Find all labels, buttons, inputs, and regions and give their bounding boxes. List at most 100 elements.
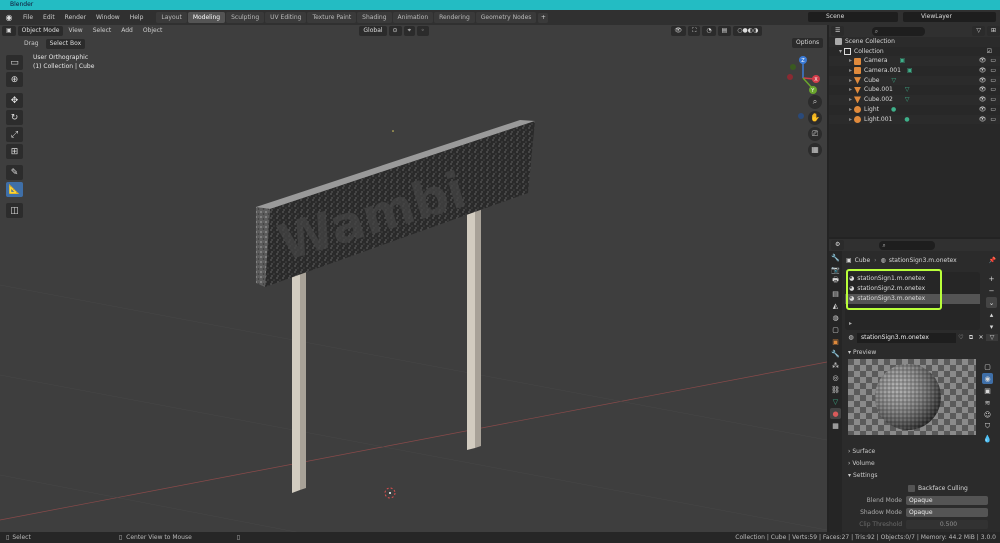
expand-arrow-icon[interactable]: ▸ [849,85,854,95]
menu-render[interactable]: Render [60,10,91,25]
render-tab-icon[interactable]: 📷 [830,264,841,275]
blend-mode-dropdown[interactable]: Opaque [906,495,988,505]
xray-toggle-icon[interactable]: ▤ [717,26,732,36]
outliner-row-object[interactable]: ▸ Cube.001 ▽ 👁 ▭ [829,85,1000,95]
viewport-menu-view[interactable]: View [63,25,87,37]
outliner-search-input[interactable]: ⌕ [871,26,925,36]
visibility-icon[interactable]: 👁 [670,26,687,36]
menu-file[interactable]: File [18,10,38,25]
clip-threshold-field[interactable]: 0.500 [906,519,988,529]
3d-viewport[interactable]: Wambi ▣ Object Mode View Select Add Obje… [0,25,827,532]
world-tab-icon[interactable]: ◍ [830,312,841,323]
physics-tab-icon[interactable]: ◎ [830,372,841,383]
zoom-icon[interactable]: ⌕ [808,95,822,109]
pan-icon[interactable]: ✋ [808,111,822,125]
preview-sphere-icon[interactable]: ◉ [982,373,993,384]
viewport-menu-select[interactable]: Select [88,25,117,37]
menu-edit[interactable]: Edit [38,10,60,25]
tab-sculpting[interactable]: Sculpting [226,12,265,23]
render-camera-icon[interactable]: ▭ [990,85,996,95]
add-slot-icon[interactable]: + [986,273,997,284]
modifier-tab-icon[interactable]: 🔧 [830,348,841,359]
options-dropdown[interactable]: Options [792,38,824,48]
select-box-dropdown[interactable]: Select Box [45,38,86,49]
ortho-grid-icon[interactable]: ▦ [808,143,822,157]
gizmo-neg-y-icon[interactable] [790,64,796,70]
new-collection-icon[interactable]: ⊞ [986,26,1000,36]
object-mode-dropdown[interactable]: Object Mode [17,26,64,36]
pivot-icon[interactable]: ⊙ [388,26,402,36]
render-camera-icon[interactable]: ▭ [990,66,996,76]
outliner-row-object[interactable]: ▸ Light.001 ● 👁 ▭ [829,114,1000,125]
preview-cube-icon[interactable]: ▣ [982,385,993,396]
unlink-material-icon[interactable]: ✕ [976,334,986,341]
particles-tab-icon[interactable]: ⁂ [830,360,841,371]
outliner-row-object[interactable]: ▸ Camera ▣ 👁 ▭ [829,56,1000,67]
node-filter-icon[interactable]: ▽ [986,334,998,341]
tab-uv-editing[interactable]: UV Editing [265,12,307,23]
blender-logo-icon[interactable]: ◉ [4,13,14,23]
render-camera-icon[interactable]: ▭ [990,76,996,86]
render-camera-icon[interactable]: ▭ [990,95,996,105]
outliner-row-object[interactable]: ▸ Cube.002 ▽ 👁 ▭ [829,95,1000,105]
material-browse-icon[interactable]: ◍ [845,334,857,341]
preview-hair-icon[interactable]: ≋ [982,397,993,408]
volume-section-header[interactable]: › Volume [843,458,1000,470]
constraints-tab-icon[interactable]: ⛓ [830,384,841,395]
scale-tool-icon[interactable]: ⤢ [6,127,23,142]
object-tab-icon[interactable]: ▣ [830,336,841,347]
annotate-tool-icon[interactable]: ✎ [6,165,23,180]
tab-animation[interactable]: Animation [392,12,434,23]
outliner-row-object[interactable]: ▸ Light ● 👁 ▭ [829,105,1000,115]
view-layer-selector[interactable]: ViewLayer [903,12,996,22]
tab-shading[interactable]: Shading [357,12,392,23]
move-tool-icon[interactable]: ✥ [6,93,23,108]
outliner-row-object[interactable]: ▸ Camera.001 ▣ 👁 ▭ [829,66,1000,76]
visibility-eye-icon[interactable]: 👁 [979,115,987,125]
expand-arrow-icon[interactable]: ▸ [849,95,854,105]
output-tab-icon[interactable]: 🖶 [830,276,841,287]
viewport-menu-add[interactable]: Add [116,25,138,37]
view-layer-tab-icon[interactable]: ▤ [830,288,841,299]
slot-specials-icon[interactable]: ⌄ [986,297,997,308]
add-workspace-button[interactable]: + [538,12,549,23]
scene-tab-icon[interactable]: ◭ [830,300,841,311]
select-box-tool-icon[interactable]: ▭ [6,55,23,70]
shading-mode-icons[interactable]: ○●◐◑ [733,26,763,36]
visibility-eye-icon[interactable]: 👁 [979,66,987,76]
preview-cloth-icon[interactable]: ⛉ [982,421,993,432]
render-camera-icon[interactable]: ▭ [990,56,996,66]
transform-orientation-dropdown[interactable]: Global [359,26,387,36]
filter-icon[interactable]: ▽ [972,26,985,36]
list-resize-handle-icon[interactable]: ▸ [849,320,852,327]
measure-tool-icon[interactable]: 📐 [6,182,23,197]
duplicate-material-icon[interactable]: ⧉ [966,334,976,342]
tab-layout[interactable]: Layout [156,12,187,23]
visibility-eye-icon[interactable]: 👁 [979,105,987,115]
preview-monkey-icon[interactable]: ☺ [982,409,993,420]
move-up-icon[interactable]: ▴ [986,309,997,320]
collection-tab-icon[interactable]: ▢ [830,324,841,335]
add-cube-tool-icon[interactable]: ◫ [6,203,23,218]
visibility-eye-icon[interactable]: 👁 [979,85,987,95]
gizmo-neg-z-icon[interactable] [798,113,804,119]
backface-culling-checkbox[interactable] [908,484,915,492]
editor-type-button[interactable]: ▣ [2,26,16,36]
gizmo-neg-x-icon[interactable] [787,74,793,80]
material-name-field[interactable]: stationSign3.m.onetex [857,332,956,343]
outliner-row-scene-collection[interactable]: Scene Collection [829,37,1000,47]
texture-tab-icon[interactable]: ▦ [830,420,841,431]
camera-view-icon[interactable]: ⎚ [808,127,822,141]
surface-section-header[interactable]: › Surface [843,446,1000,458]
fake-user-icon[interactable]: ♡ [956,334,966,341]
outliner-row-object[interactable]: ▸ Cube ▽ 👁 ▭ [829,75,1000,86]
viewport-menu-object[interactable]: Object [138,25,168,37]
outliner-editor-type-icon[interactable]: ☰ [831,26,845,36]
preview-flat-icon[interactable]: ▢ [982,361,993,372]
expand-arrow-icon[interactable]: ▸ [849,76,854,86]
shadow-mode-dropdown[interactable]: Opaque [906,507,988,517]
transform-tool-icon[interactable]: ⊞ [6,144,23,159]
tab-geometry-nodes[interactable]: Geometry Nodes [475,12,537,23]
collection-checkbox-icon[interactable]: ☑ [987,47,992,57]
backface-culling-row[interactable]: Backface Culling [843,482,1000,494]
